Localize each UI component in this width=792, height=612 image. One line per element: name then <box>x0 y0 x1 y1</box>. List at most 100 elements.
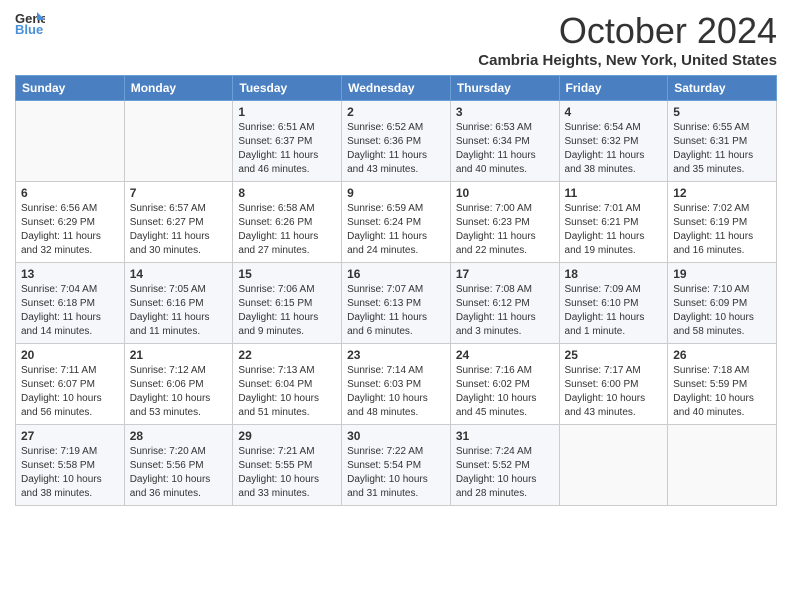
daylight-text: Daylight: 11 hours and 24 minutes. <box>347 231 427 256</box>
sunrise-text: Sunrise: 7:19 AM <box>21 446 97 457</box>
day-number: 8 <box>238 186 336 200</box>
daylight-text: Daylight: 10 hours and 40 minutes. <box>673 393 754 418</box>
sunset-text: Sunset: 6:09 PM <box>673 298 747 309</box>
calendar-cell: 11 Sunrise: 7:01 AMSunset: 6:21 PMDayligh… <box>559 182 668 263</box>
day-number: 19 <box>673 267 771 281</box>
day-number: 11 <box>565 186 663 200</box>
daylight-text: Daylight: 11 hours and 27 minutes. <box>238 231 318 256</box>
day-number: 13 <box>21 267 119 281</box>
daylight-text: Daylight: 10 hours and 33 minutes. <box>238 474 319 499</box>
day-number: 17 <box>456 267 554 281</box>
weekday-header-sunday: Sunday <box>16 76 125 101</box>
day-number: 9 <box>347 186 445 200</box>
sunrise-text: Sunrise: 7:09 AM <box>565 284 641 295</box>
daylight-text: Daylight: 10 hours and 58 minutes. <box>673 312 754 337</box>
sunrise-text: Sunrise: 6:59 AM <box>347 203 423 214</box>
cell-content: Sunrise: 7:13 AMSunset: 6:04 PMDaylight:… <box>238 364 336 420</box>
cell-content: Sunrise: 7:14 AMSunset: 6:03 PMDaylight:… <box>347 364 445 420</box>
calendar-cell: 20Sunrise: 7:11 AMSunset: 6:07 PMDayligh… <box>16 344 125 425</box>
calendar-cell: 8 Sunrise: 6:58 AMSunset: 6:26 PMDaylight… <box>233 182 342 263</box>
sunrise-text: Sunrise: 7:18 AM <box>673 365 749 376</box>
sunrise-text: Sunrise: 7:21 AM <box>238 446 314 457</box>
sunset-text: Sunset: 6:02 PM <box>456 379 530 390</box>
cell-content: Sunrise: 6:51 AMSunset: 6:37 PMDaylight:… <box>238 121 336 177</box>
cell-content: Sunrise: 7:10 AMSunset: 6:09 PMDaylight:… <box>673 283 771 339</box>
daylight-text: Daylight: 11 hours and 1 minute. <box>565 312 645 337</box>
daylight-text: Daylight: 11 hours and 19 minutes. <box>565 231 645 256</box>
sunset-text: Sunset: 6:34 PM <box>456 136 530 147</box>
calendar-cell <box>124 101 233 182</box>
daylight-text: Daylight: 10 hours and 43 minutes. <box>565 393 646 418</box>
calendar-cell: 31Sunrise: 7:24 AMSunset: 5:52 PMDayligh… <box>450 425 559 506</box>
daylight-text: Daylight: 10 hours and 28 minutes. <box>456 474 537 499</box>
weekday-header-tuesday: Tuesday <box>233 76 342 101</box>
day-number: 28 <box>130 429 228 443</box>
sunrise-text: Sunrise: 6:55 AM <box>673 122 749 133</box>
cell-content: Sunrise: 7:00 AMSunset: 6:23 PMDaylight:… <box>456 202 554 258</box>
cell-content: Sunrise: 6:53 AM Sunset: 6:34 PM Daylight:… <box>456 121 554 177</box>
calendar-week-row: 27Sunrise: 7:19 AMSunset: 5:58 PMDayligh… <box>16 425 777 506</box>
day-number: 14 <box>130 267 228 281</box>
day-number: 6 <box>21 186 119 200</box>
day-number: 31 <box>456 429 554 443</box>
daylight-text: Daylight: 11 hours and 46 minutes. <box>238 150 318 175</box>
cell-content: Sunrise: 7:20 AMSunset: 5:56 PMDaylight:… <box>130 445 228 501</box>
sunrise-text: Sunrise: 7:11 AM <box>21 365 96 376</box>
calendar-cell: 22Sunrise: 7:13 AMSunset: 6:04 PMDayligh… <box>233 344 342 425</box>
day-number: 21 <box>130 348 228 362</box>
cell-content: Sunrise: 7:01 AMSunset: 6:21 PMDaylight:… <box>565 202 663 258</box>
daylight-text: Daylight: 11 hours and 35 minutes. <box>673 150 753 175</box>
weekday-header-friday: Friday <box>559 76 668 101</box>
calendar-cell: 2Sunrise: 6:52 AMSunset: 6:36 PMDaylight… <box>342 101 451 182</box>
calendar-cell: 7Sunrise: 6:57 AMSunset: 6:27 PMDaylight… <box>124 182 233 263</box>
sunset-text: Sunset: 6:21 PM <box>565 217 639 228</box>
sunset-text: Sunset: 6:07 PM <box>21 379 95 390</box>
sunrise-text: Sunrise: 6:53 AM <box>456 122 532 133</box>
sunset-text: Sunset: 6:19 PM <box>673 217 747 228</box>
day-number: 10 <box>456 186 554 200</box>
cell-content: Sunrise: 7:19 AMSunset: 5:58 PMDaylight:… <box>21 445 119 501</box>
calendar-cell <box>668 425 777 506</box>
cell-content: Sunrise: 7:05 AMSunset: 6:16 PMDaylight:… <box>130 283 228 339</box>
daylight-text: Daylight: 11 hours and 30 minutes. <box>130 231 210 256</box>
calendar-cell: 30Sunrise: 7:22 AMSunset: 5:54 PMDayligh… <box>342 425 451 506</box>
calendar-cell: 12Sunrise: 7:02 AMSunset: 6:19 PMDayligh… <box>668 182 777 263</box>
sunrise-text: Sunrise: 6:52 AM <box>347 122 423 133</box>
calendar-cell: 28 Sunrise: 7:20 AMSunset: 5:56 PMDayligh… <box>124 425 233 506</box>
sunset-text: Sunset: 6:18 PM <box>21 298 95 309</box>
sunset-text: Sunset: 6:29 PM <box>21 217 95 228</box>
sunset-text: Sunset: 5:54 PM <box>347 460 421 471</box>
daylight-text: Daylight: 10 hours and 48 minutes. <box>347 393 428 418</box>
sunrise-text: Sunrise: 7:05 AM <box>130 284 206 295</box>
calendar-cell <box>559 425 668 506</box>
calendar-week-row: 6Sunrise: 6:56 AMSunset: 6:29 PMDaylight… <box>16 182 777 263</box>
sunset-text: Sunset: 6:04 PM <box>238 379 312 390</box>
calendar-cell: 13Sunrise: 7:04 AMSunset: 6:18 PMDayligh… <box>16 263 125 344</box>
day-number: 18 <box>565 267 663 281</box>
cell-content: Sunrise: 6:52 AMSunset: 6:36 PMDaylight:… <box>347 121 445 177</box>
calendar-cell: 24Sunrise: 7:16 AMSunset: 6:02 PMDayligh… <box>450 344 559 425</box>
cell-content: Sunrise: 7:17 AMSunset: 6:00 PMDaylight:… <box>565 364 663 420</box>
cell-content: Sunrise: 7:09 AMSunset: 6:10 PMDaylight:… <box>565 283 663 339</box>
title-area: October 2024 Cambria Heights, New York, … <box>478 10 777 69</box>
daylight-text: Daylight: 10 hours and 53 minutes. <box>130 393 211 418</box>
sunrise-text: Sunrise: 7:14 AM <box>347 365 423 376</box>
sunset-text: Sunset: 6:23 PM <box>456 217 530 228</box>
sunset-text: Sunset: 5:52 PM <box>456 460 530 471</box>
daylight-text: Daylight: 11 hours and 38 minutes. <box>565 150 645 175</box>
daylight-text: Daylight: 11 hours and 40 minutes. <box>456 150 536 175</box>
sunset-text: Sunset: 6:24 PM <box>347 217 421 228</box>
sunrise-text: Sunrise: 7:17 AM <box>565 365 641 376</box>
sunset-text: Sunset: 5:56 PM <box>130 460 204 471</box>
cell-content: Sunrise: 7:22 AMSunset: 5:54 PMDaylight:… <box>347 445 445 501</box>
day-number: 3 <box>456 105 554 119</box>
cell-content: Sunrise: 7:12 AMSunset: 6:06 PMDaylight:… <box>130 364 228 420</box>
sunrise-text: Sunrise: 7:12 AM <box>130 365 206 376</box>
calendar-cell: 15Sunrise: 7:06 AMSunset: 6:15 PMDayligh… <box>233 263 342 344</box>
day-number: 20 <box>21 348 119 362</box>
sunrise-text: Sunrise: 7:00 AM <box>456 203 532 214</box>
weekday-header-monday: Monday <box>124 76 233 101</box>
calendar-cell: 4Sunrise: 6:54 AMSunset: 6:32 PMDaylight… <box>559 101 668 182</box>
sunrise-text: Sunrise: 6:57 AM <box>130 203 206 214</box>
cell-content: Sunrise: 6:58 AMSunset: 6:26 PMDaylight:… <box>238 202 336 258</box>
